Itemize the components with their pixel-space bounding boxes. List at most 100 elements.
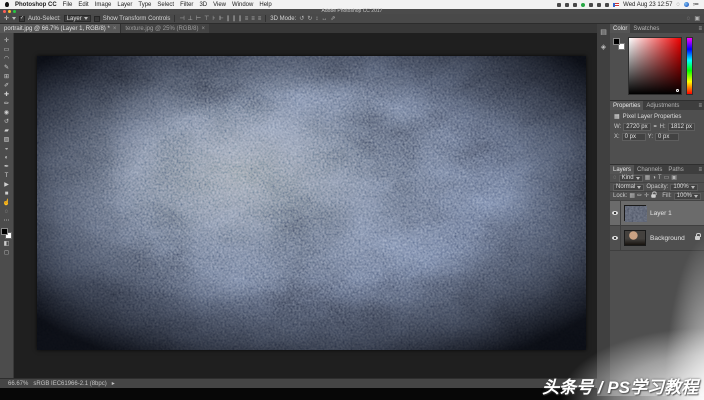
workspace-switcher-icon[interactable]: ▣ xyxy=(694,16,700,22)
quick-selection-tool[interactable]: ✎ xyxy=(1,64,13,72)
close-tab-icon[interactable]: × xyxy=(113,26,117,32)
layer-visibility-cell[interactable] xyxy=(610,201,621,225)
filter-pixel-layers-icon[interactable]: ▦ xyxy=(645,175,651,181)
brush-tool[interactable]: ✏ xyxy=(1,100,13,108)
align-right-edges-icon[interactable]: ⊢ xyxy=(196,16,201,22)
menu-status-icon[interactable] xyxy=(557,3,561,7)
distribute-middle-icon[interactable]: ≡ xyxy=(251,16,255,22)
menubar-clock[interactable]: Wed Aug 23 12:57 xyxy=(623,2,672,8)
filter-smart-objects-icon[interactable]: ▣ xyxy=(671,175,677,181)
align-top-edges-icon[interactable]: ⊤ xyxy=(204,16,209,22)
blur-tool[interactable]: ◒ xyxy=(1,145,13,153)
menu-image[interactable]: Image xyxy=(95,2,112,8)
opacity-dropdown[interactable]: 100% xyxy=(670,184,697,191)
tab-texture-document[interactable]: texture.jpg @ 25% (RGB/8) × xyxy=(120,24,209,33)
screen-mode-button[interactable]: ◻ xyxy=(1,249,13,257)
move-tool-icon[interactable]: ✛ xyxy=(4,16,9,22)
align-horizontal-centers-icon[interactable]: ⊥ xyxy=(188,16,193,22)
menu-status-green-icon[interactable] xyxy=(581,3,585,7)
filter-shape-layers-icon[interactable]: ▭ xyxy=(664,175,670,181)
input-source-flag-icon[interactable] xyxy=(613,3,619,7)
layer-name[interactable]: Background xyxy=(650,235,685,242)
menu-status-icon[interactable] xyxy=(597,3,601,7)
status-options-chevron-icon[interactable]: ▸ xyxy=(112,380,115,387)
foreground-background-colors[interactable] xyxy=(1,228,12,239)
menu-filter[interactable]: Filter xyxy=(180,2,193,8)
fill-dropdown[interactable]: 100% xyxy=(674,193,701,200)
width-field[interactable]: 2720 px xyxy=(623,123,650,131)
notification-center-icon[interactable]: ≔ xyxy=(693,2,699,8)
distribute-right-icon[interactable]: ∥ xyxy=(239,16,242,22)
filter-type-layers-icon[interactable]: T xyxy=(658,175,662,181)
3d-drag-icon[interactable]: ↕ xyxy=(315,16,318,22)
distribute-bottom-icon[interactable]: ≡ xyxy=(258,16,262,22)
align-bottom-edges-icon[interactable]: ⊩ xyxy=(219,16,224,22)
panel-menu-icon[interactable]: ≡ xyxy=(696,165,704,174)
auto-select-checkbox[interactable]: ✓ xyxy=(19,16,25,22)
height-field[interactable]: 1812 px xyxy=(668,123,695,131)
hand-tool[interactable]: ☝ xyxy=(1,199,13,207)
3d-scale-icon[interactable]: ⇗ xyxy=(330,16,335,22)
tab-portrait-document[interactable]: portrait.jpg @ 66.7% (Layer 1, RGB/8) * … xyxy=(0,24,120,33)
layer1-thumbnail[interactable] xyxy=(624,205,646,221)
foreground-color-chip[interactable] xyxy=(613,38,620,45)
tab-layers[interactable]: Layers xyxy=(610,165,634,174)
show-transform-controls-checkbox[interactable] xyxy=(94,16,100,22)
auto-select-target-dropdown[interactable]: Layer xyxy=(64,15,91,22)
3d-roll-icon[interactable]: ↻ xyxy=(307,16,312,22)
history-brush-tool[interactable]: ↺ xyxy=(1,118,13,126)
edit-toolbar-button[interactable]: ⋯ xyxy=(1,217,13,225)
tab-swatches[interactable]: Swatches xyxy=(630,24,662,33)
spotlight-icon[interactable]: ◌ xyxy=(676,2,680,8)
menu-status-icon[interactable] xyxy=(589,3,593,7)
gradient-tool[interactable]: ▨ xyxy=(1,136,13,144)
tool-preset-caret-icon[interactable] xyxy=(12,17,16,20)
align-left-edges-icon[interactable]: ⊣ xyxy=(179,16,184,22)
clone-stamp-tool[interactable]: ◉ xyxy=(1,109,13,117)
saturation-brightness-picker[interactable] xyxy=(628,37,682,95)
menu-view[interactable]: View xyxy=(213,2,226,8)
layer-name[interactable]: Layer 1 xyxy=(650,210,672,217)
collapsed-panel-icon-1[interactable]: ▤ xyxy=(600,29,607,36)
lock-all-icon[interactable] xyxy=(651,194,656,198)
close-tab-icon[interactable]: × xyxy=(201,26,205,32)
menu-type[interactable]: Type xyxy=(138,2,151,8)
tab-channels[interactable]: Channels xyxy=(634,165,665,174)
menu-status-icon[interactable] xyxy=(605,3,609,7)
spot-healing-brush-tool[interactable]: ✚ xyxy=(1,91,13,99)
quick-mask-mode-button[interactable]: ◧ xyxy=(1,240,13,248)
3d-rotate-icon[interactable]: ↺ xyxy=(299,16,304,22)
hue-slider[interactable] xyxy=(686,37,693,95)
tab-paths[interactable]: Paths xyxy=(665,165,686,174)
canvas-pasteboard[interactable] xyxy=(14,33,597,378)
menu-edit[interactable]: Edit xyxy=(78,2,88,8)
lock-transparency-icon[interactable]: ▦ xyxy=(629,193,635,199)
zoom-level-field[interactable]: 66.67% xyxy=(8,381,28,387)
eraser-tool[interactable]: ▰ xyxy=(1,127,13,135)
rectangle-tool[interactable]: ■ xyxy=(1,190,13,198)
layer-visibility-cell[interactable] xyxy=(610,226,621,250)
x-field[interactable]: 0 px xyxy=(622,133,646,141)
search-icon[interactable]: ◌ xyxy=(687,16,691,22)
distribute-center-icon[interactable]: ∥ xyxy=(233,16,236,22)
background-thumbnail[interactable] xyxy=(624,230,646,246)
3d-slide-icon[interactable]: ↔ xyxy=(321,16,327,22)
tab-adjustments[interactable]: Adjustments xyxy=(643,101,682,110)
tab-properties[interactable]: Properties xyxy=(610,101,643,110)
menu-help[interactable]: Help xyxy=(259,2,271,8)
pen-tool[interactable]: ✒ xyxy=(1,163,13,171)
menu-status-icon[interactable] xyxy=(565,3,569,7)
align-vertical-centers-icon[interactable]: ⊦ xyxy=(212,16,215,22)
layer-row-background[interactable]: Background xyxy=(610,226,704,251)
menu-layer[interactable]: Layer xyxy=(117,2,132,8)
menu-3d[interactable]: 3D xyxy=(199,2,207,8)
menu-window[interactable]: Window xyxy=(232,2,253,8)
rectangular-marquee-tool[interactable]: ▭ xyxy=(1,46,13,54)
tab-color[interactable]: Color xyxy=(610,24,630,33)
menu-app-name[interactable]: Photoshop CC xyxy=(15,2,57,8)
lock-position-icon[interactable]: ✛ xyxy=(644,193,649,199)
panel-menu-icon[interactable]: ≡ xyxy=(696,24,704,33)
distribute-left-icon[interactable]: ∥ xyxy=(227,16,230,22)
filter-kind-dropdown[interactable]: Kind xyxy=(619,175,643,182)
path-selection-tool[interactable]: ▶ xyxy=(1,181,13,189)
